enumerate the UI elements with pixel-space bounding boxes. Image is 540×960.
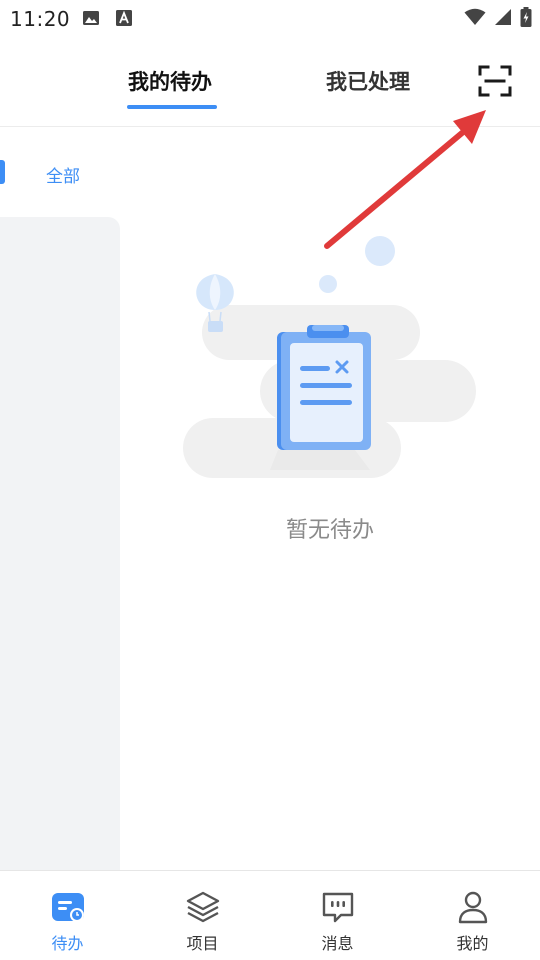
- scan-icon[interactable]: [478, 65, 512, 97]
- nav-label-todo: 待办: [51, 934, 84, 953]
- nav-item-profile[interactable]: 我的: [405, 871, 540, 960]
- category-side-panel: [0, 217, 120, 872]
- empty-state-message: 暂无待办: [285, 518, 374, 543]
- nav-label-project: 项目: [186, 934, 219, 953]
- tab-processed[interactable]: 我已处理: [326, 66, 410, 96]
- active-tab-indicator: [127, 105, 217, 109]
- red-annotation-arrow: [324, 110, 486, 249]
- image-notification-icon: [83, 11, 99, 25]
- tab-my-todo[interactable]: 我的待办: [128, 66, 212, 96]
- empty-clipboard-illustration: [183, 236, 476, 478]
- profile-icon: [458, 891, 487, 924]
- nav-item-project[interactable]: 项目: [135, 871, 270, 960]
- nav-label-profile: 我的: [456, 934, 489, 953]
- category-all[interactable]: 全部: [46, 162, 80, 187]
- wifi-icon: [464, 8, 486, 25]
- bottom-navigation: 待办 项目 消息 我的: [0, 870, 540, 960]
- signal-icon: [495, 9, 511, 25]
- nav-item-message[interactable]: 消息: [270, 871, 405, 960]
- status-bar: 11:20: [0, 0, 540, 38]
- font-notification-icon: [116, 10, 132, 26]
- category-selected-indicator: [0, 160, 5, 184]
- todo-icon: [51, 893, 84, 922]
- message-icon: [322, 892, 353, 923]
- nav-label-message: 消息: [321, 934, 354, 953]
- nav-item-todo[interactable]: 待办: [0, 871, 135, 960]
- battery-charging-icon: [520, 7, 532, 27]
- status-time: 11:20: [10, 7, 71, 31]
- layers-icon: [186, 891, 219, 923]
